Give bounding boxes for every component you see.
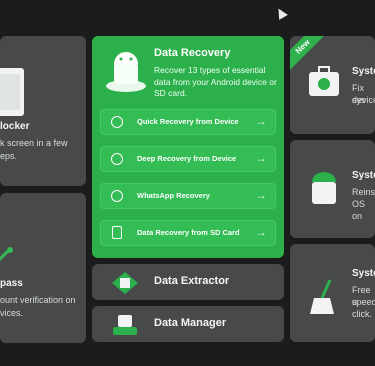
key-icon bbox=[0, 247, 13, 262]
first-aid-kit-icon bbox=[309, 66, 339, 96]
deep-recovery-option[interactable]: Deep Recovery from Device → bbox=[100, 146, 276, 172]
bypass-desc-line2: vices. bbox=[0, 308, 24, 318]
extractor-icon bbox=[112, 272, 138, 294]
quick-recovery-label: Quick Recovery from Device bbox=[137, 117, 239, 126]
data-recovery-title: Data Recovery bbox=[154, 47, 231, 59]
bypass-desc-line1: ount verification on bbox=[0, 295, 76, 305]
android-reinstall-icon bbox=[312, 172, 336, 204]
system-repair-card[interactable]: New Syste Fix sys device bbox=[290, 36, 375, 134]
screen-unlocker-card[interactable]: locker k screen in a few eps. bbox=[0, 36, 86, 186]
sd-card-recovery-label: Data Recovery from SD Card bbox=[137, 228, 240, 237]
system-cleaner-card[interactable]: Syste Free u speed click. bbox=[290, 244, 375, 342]
bypass-title: pass bbox=[0, 278, 23, 289]
data-extractor-title: Data Extractor bbox=[154, 275, 230, 287]
sd-card-recovery-option[interactable]: Data Recovery from SD Card → bbox=[100, 220, 276, 246]
sys3-desc-line2: speed bbox=[352, 297, 375, 307]
sys3-title: Syste bbox=[352, 268, 375, 279]
phone-lock-icon bbox=[0, 68, 24, 116]
mouse-cursor bbox=[274, 6, 288, 20]
sys2-desc-line1: Reinst bbox=[352, 187, 375, 197]
whatsapp-icon bbox=[111, 190, 123, 202]
clock-icon bbox=[111, 153, 123, 165]
data-recovery-desc: Recover 13 types of essential data from … bbox=[154, 65, 277, 98]
arrow-right-icon: → bbox=[255, 225, 267, 239]
whatsapp-recovery-label: WhatsApp Recovery bbox=[137, 191, 210, 200]
data-extractor-card[interactable]: Data Extractor bbox=[92, 264, 284, 300]
unlocker-desc-line1: k screen in a few bbox=[0, 138, 68, 148]
sd-card-icon bbox=[112, 226, 122, 239]
quick-recovery-option[interactable]: Quick Recovery from Device → bbox=[100, 109, 276, 135]
arrow-right-icon: → bbox=[255, 188, 267, 202]
arrow-right-icon: → bbox=[255, 114, 267, 128]
data-manager-card[interactable]: Data Manager bbox=[92, 306, 284, 342]
android-recovery-icon bbox=[106, 52, 146, 92]
unlocker-desc-line2: eps. bbox=[0, 151, 18, 161]
deep-recovery-label: Deep Recovery from Device bbox=[137, 154, 237, 163]
sys2-desc-line2: OS on bbox=[352, 199, 366, 221]
frp-bypass-card[interactable]: pass ount verification on vices. bbox=[0, 193, 86, 343]
manager-icon bbox=[113, 315, 137, 335]
arrow-right-icon: → bbox=[255, 151, 267, 165]
data-recovery-card[interactable]: Data Recovery Recover 13 types of essent… bbox=[92, 36, 284, 258]
broom-icon bbox=[310, 279, 334, 314]
sys1-desc-line2: device bbox=[352, 95, 375, 105]
sys3-desc-line3: click. bbox=[352, 309, 372, 319]
data-manager-title: Data Manager bbox=[154, 317, 227, 329]
system-reinstall-card[interactable]: Syste Reinst OS on bbox=[290, 140, 375, 238]
sys1-title: Syste bbox=[352, 66, 375, 77]
unlocker-title: locker bbox=[0, 121, 30, 132]
whatsapp-recovery-option[interactable]: WhatsApp Recovery → bbox=[100, 183, 276, 209]
refresh-icon bbox=[111, 116, 123, 128]
sys2-title: Syste bbox=[352, 170, 375, 181]
